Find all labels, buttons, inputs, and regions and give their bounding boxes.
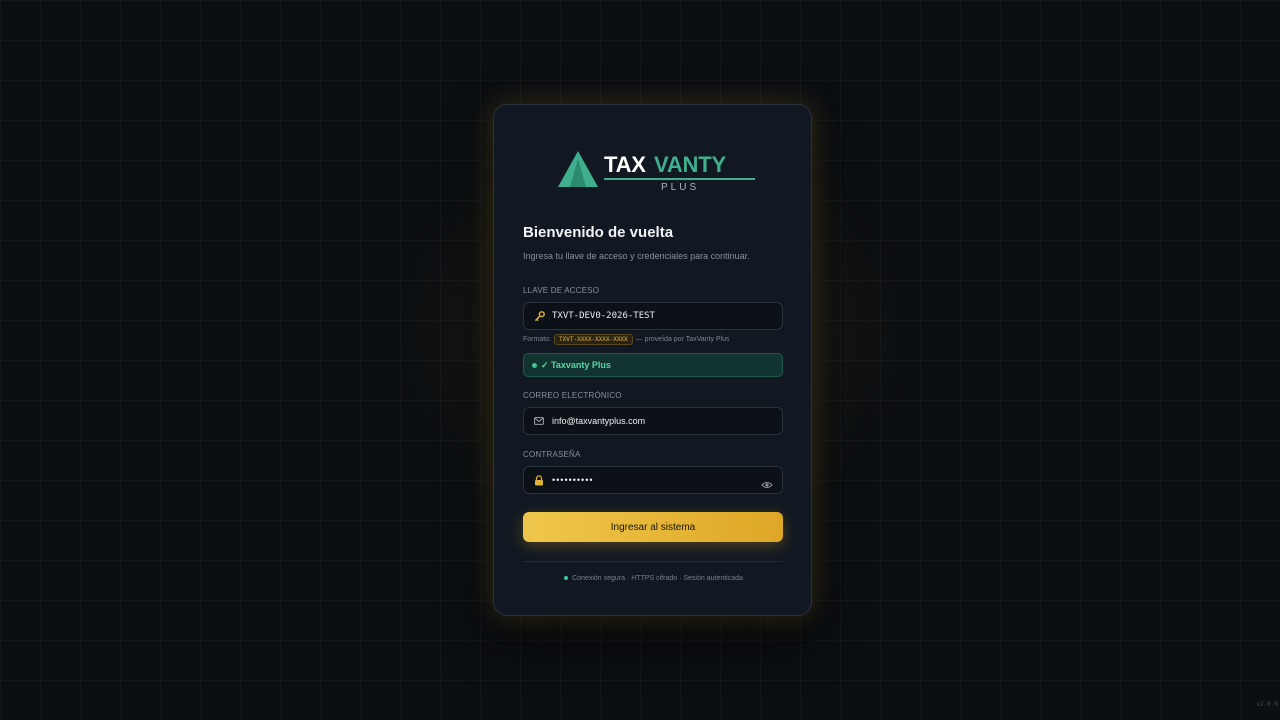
brand-underline (604, 178, 755, 180)
email-field[interactable] (523, 407, 783, 435)
secure-dot-icon (564, 576, 569, 581)
access-key-field[interactable] (523, 302, 783, 330)
brand-tax: TAX (604, 152, 646, 177)
password-label: CONTRASEÑA (523, 450, 581, 459)
triangle-logo-icon (558, 151, 598, 187)
mail-icon (533, 415, 545, 427)
access-key-input[interactable] (552, 303, 762, 329)
status-dot-icon (532, 363, 537, 368)
format-prefix: Formato: (523, 336, 552, 343)
submit-button[interactable]: Ingresar al sistema (523, 512, 783, 542)
security-footer: Conexión segura · HTTPS cifrado · Sesión… (494, 575, 813, 582)
page-subtitle: Ingresa tu llave de acceso y credenciale… (523, 251, 750, 261)
version-label: v2.0.0 (1256, 701, 1278, 708)
lock-icon (533, 474, 545, 486)
password-input[interactable]: •••••••••• (552, 467, 762, 493)
format-suffix: — proveída por TaxVanty Plus (635, 336, 730, 343)
brand-vanty: VANTY (654, 152, 726, 177)
footer-text: Conexión segura · HTTPS cifrado · Sesión… (572, 575, 743, 582)
validation-text: ✓ Taxvanty Plus (541, 360, 611, 370)
access-key-label: LLAVE DE ACCESO (523, 286, 600, 295)
access-key-format-hint: Formato: TXVT-XXXX-XXXX-XXXX — proveída … (523, 334, 730, 345)
eye-icon[interactable] (761, 475, 773, 488)
password-field[interactable]: •••••••••• (523, 466, 783, 494)
taxvanty-logo: TAX VANTY PLUS (556, 149, 756, 197)
key-icon (533, 310, 545, 322)
brand-plus: PLUS (661, 182, 700, 193)
access-key-validation: ✓ Taxvanty Plus (523, 353, 783, 377)
footer-divider (523, 561, 783, 562)
login-card: TAX VANTY PLUS Bienvenido de vuelta Ingr… (493, 104, 812, 616)
format-code-badge: TXVT-XXXX-XXXX-XXXX (554, 334, 633, 345)
page-title: Bienvenido de vuelta (523, 224, 674, 241)
email-input[interactable] (552, 408, 762, 434)
email-label: CORREO ELECTRÓNICO (523, 391, 622, 400)
